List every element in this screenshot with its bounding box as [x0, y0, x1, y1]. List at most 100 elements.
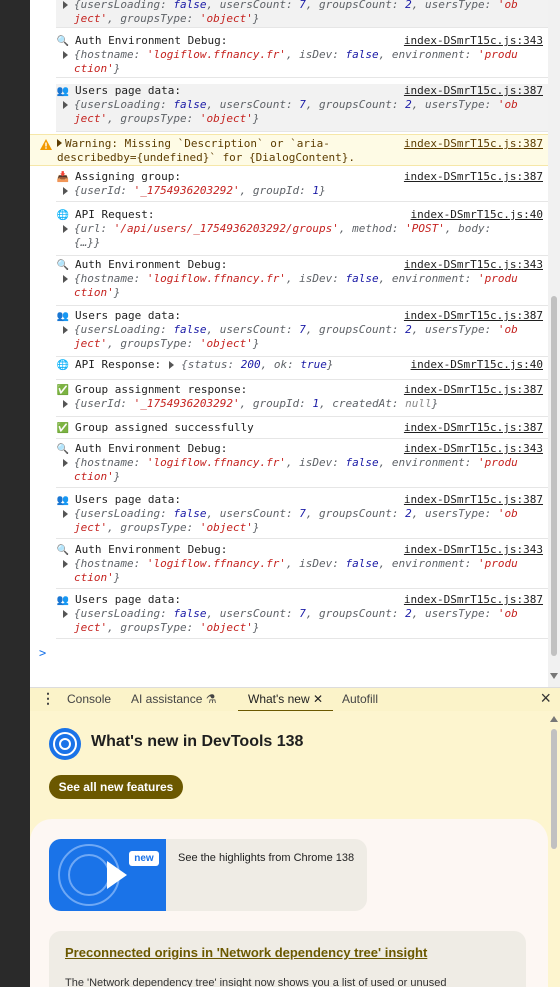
users-icon: 👥 [56, 311, 70, 322]
object-preview[interactable]: {usersLoading: false, usersCount: 7, gro… [56, 98, 518, 126]
console-message: {usersLoading: false, usersCount: 7, gro… [56, 0, 548, 28]
source-link[interactable]: index-DSmrT15c.js:40 [411, 208, 543, 222]
scroll-up-arrow-icon[interactable] [550, 716, 558, 722]
warning-icon [40, 139, 52, 154]
expand-triangle-icon[interactable] [63, 187, 68, 195]
console-message: 👥 Users page data: index-DSmrT15c.js:387 {u… [56, 309, 548, 357]
object-preview[interactable]: {usersLoading: false, usersCount: 7, gro… [56, 607, 518, 635]
whats-new-scrollbar[interactable] [548, 711, 560, 987]
object-preview[interactable]: {url: '/api/users/_1754936203292/groups'… [56, 222, 518, 250]
source-link[interactable]: index-DSmrT15c.js:343 [404, 258, 543, 272]
see-all-features-button[interactable]: See all new features [49, 775, 183, 799]
console-message: 📥 Assigning group: index-DSmrT15c.js:387 {u… [56, 170, 548, 202]
users-icon: 👥 [56, 86, 70, 97]
object-preview[interactable]: {hostname: 'logiflow.ffnancy.fr', isDev:… [56, 272, 518, 300]
source-link[interactable]: index-DSmrT15c.js:343 [404, 442, 543, 456]
close-drawer-icon[interactable]: × [540, 688, 551, 709]
new-badge: new [129, 851, 159, 866]
object-preview[interactable]: {hostname: 'logiflow.ffnancy.fr', isDev:… [56, 557, 518, 585]
object-preview[interactable]: {usersLoading: false, usersCount: 7, gro… [56, 507, 518, 535]
check-icon: ✅ [56, 385, 70, 396]
object-preview[interactable]: {hostname: 'logiflow.ffnancy.fr', isDev:… [56, 48, 518, 76]
source-link[interactable]: index-DSmrT15c.js:387 [404, 84, 543, 98]
tab-console[interactable]: Console [67, 692, 111, 706]
expand-triangle-icon[interactable] [63, 610, 68, 618]
object-preview[interactable]: {userId: '_1754936203292', groupId: 1, c… [56, 397, 518, 411]
users-icon: 👥 [56, 595, 70, 606]
console-message: ✅ Group assigned successfully index-DSmrT1… [56, 421, 548, 439]
highlights-video-card[interactable]: new See the highlights from Chrome 138 [49, 839, 367, 911]
object-preview: {status: 200, ok: true} [181, 358, 334, 371]
message-label: API Response: [75, 358, 162, 371]
expand-triangle-icon[interactable] [63, 560, 68, 568]
source-link[interactable]: index-DSmrT15c.js:40 [411, 358, 543, 372]
whats-new-title: What's new in DevTools 138 [91, 733, 304, 750]
source-link[interactable]: index-DSmrT15c.js:387 [404, 421, 543, 435]
close-tab-icon[interactable]: ✕ [313, 692, 323, 706]
search-icon: 🔍 [56, 444, 70, 455]
console-panel: {usersLoading: false, usersCount: 7, gro… [30, 0, 560, 687]
source-link[interactable]: index-DSmrT15c.js:387 [404, 309, 543, 323]
expand-triangle-icon[interactable] [63, 400, 68, 408]
expand-triangle-icon[interactable] [63, 459, 68, 467]
source-link[interactable]: index-DSmrT15c.js:387 [404, 383, 543, 397]
source-link[interactable]: index-DSmrT15c.js:387 [404, 493, 543, 507]
console-prompt[interactable]: > [39, 646, 46, 660]
play-icon [58, 844, 127, 906]
message-label: Group assignment response: [75, 383, 248, 396]
scrollbar-thumb[interactable] [551, 729, 557, 849]
console-message: 🔍 Auth Environment Debug: index-DSmrT15c.j… [56, 442, 548, 488]
tab-ai-assistance[interactable]: AI assistance ⚗ [131, 692, 216, 706]
message-label: API Request: [75, 208, 155, 221]
users-icon: 👥 [56, 495, 70, 506]
expand-triangle-icon[interactable] [63, 275, 68, 283]
expand-triangle-icon[interactable] [63, 1, 68, 9]
message-label: Group assigned successfully [75, 421, 254, 434]
expand-triangle-icon[interactable] [63, 225, 68, 233]
message-label: Users page data: [75, 493, 181, 506]
expand-triangle-icon[interactable] [63, 101, 68, 109]
search-icon: 🔍 [56, 545, 70, 556]
message-label: Auth Environment Debug: [75, 34, 228, 47]
expand-triangle-icon[interactable] [63, 51, 68, 59]
feature-title-link[interactable]: Preconnected origins in 'Network depende… [65, 945, 427, 960]
console-message: ✅ Group assignment response: index-DSmrT15… [56, 383, 548, 417]
tab-whats-new[interactable]: What's new ✕ [238, 692, 334, 712]
source-link[interactable]: index-DSmrT15c.js:387 [404, 170, 543, 184]
source-link[interactable]: index-DSmrT15c.js:343 [404, 543, 543, 557]
inline-object[interactable]: {status: 200, ok: true} [167, 358, 333, 371]
message-label: Auth Environment Debug: [75, 543, 228, 556]
expand-triangle-icon[interactable] [63, 326, 68, 334]
globe-icon: 🌐 [56, 360, 70, 371]
chrome-devtools-logo-icon [48, 727, 82, 761]
console-scrollbar[interactable] [548, 0, 560, 687]
console-message: 👥 Users page data: index-DSmrT15c.js:387 {u… [56, 84, 548, 132]
expand-triangle-icon[interactable] [57, 139, 62, 147]
scroll-down-arrow-icon[interactable] [550, 673, 558, 679]
source-link[interactable]: index-DSmrT15c.js:387 [404, 593, 543, 607]
object-preview[interactable]: {hostname: 'logiflow.ffnancy.fr', isDev:… [56, 456, 518, 484]
object-preview[interactable]: {usersLoading: false, usersCount: 7, gro… [56, 323, 518, 351]
source-link[interactable]: index-DSmrT15c.js:343 [404, 34, 543, 48]
object-preview[interactable]: {usersLoading: false, usersCount: 7, gro… [56, 0, 518, 26]
warning-source-link[interactable]: index-DSmrT15c.js:387 [404, 137, 543, 151]
message-label: Auth Environment Debug: [75, 258, 228, 271]
scrollbar-thumb[interactable] [551, 296, 557, 656]
video-thumbnail: new [49, 839, 166, 911]
inbox-icon: 📥 [56, 172, 70, 183]
message-label: Assigning group: [75, 170, 181, 183]
message-label: Users page data: [75, 309, 181, 322]
flask-icon: ⚗ [205, 692, 217, 706]
warning-text: Warning: Missing `Description` or `aria-… [57, 137, 356, 164]
expand-triangle-icon[interactable] [63, 510, 68, 518]
drawer-tab-bar: ⋮ Console AI assistance ⚗ What's new ✕ A… [30, 687, 560, 712]
tab-autofill[interactable]: Autofill [342, 692, 378, 706]
console-warning[interactable]: Warning: Missing `Description` or `aria-… [30, 134, 560, 166]
message-label: Users page data: [75, 84, 181, 97]
console-message: 🔍 Auth Environment Debug: index-DSmrT15c.j… [56, 543, 548, 589]
more-menu-icon[interactable]: ⋮ [41, 690, 55, 707]
feature-card: Preconnected origins in 'Network depende… [49, 931, 526, 987]
object-preview[interactable]: {userId: '_1754936203292', groupId: 1} [56, 184, 518, 198]
expand-triangle-icon[interactable] [169, 361, 175, 369]
globe-icon: 🌐 [56, 210, 70, 221]
